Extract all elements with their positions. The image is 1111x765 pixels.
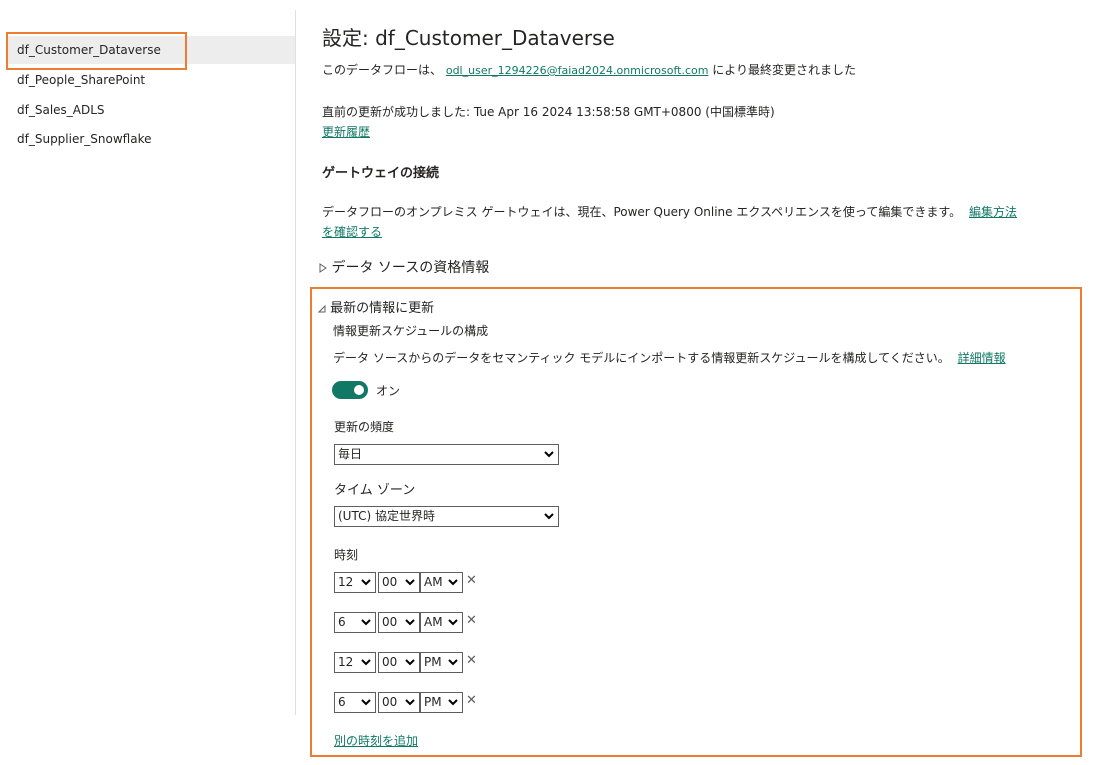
timezone-select[interactable]: (UTC) 協定世界時 — [334, 506, 559, 527]
gateway-description: データフローのオンプレミス ゲートウェイは、現在、Power Query Onl… — [322, 203, 1017, 220]
refresh-history-link[interactable]: 更新履歴 — [322, 123, 370, 140]
learn-more-link[interactable]: 詳細情報 — [958, 351, 1006, 365]
frequency-value: 毎日 — [338, 447, 363, 461]
credentials-label: データ ソースの資格情報 — [331, 260, 490, 276]
ampm-value: AM — [424, 575, 443, 589]
chevron-down-icon — [448, 619, 458, 626]
timezone-value: (UTC) 協定世界時 — [338, 509, 435, 523]
schedule-description: データ ソースからのデータをセマンティック モデルにインポートする情報更新スケジ… — [333, 349, 1006, 366]
ampm-select[interactable]: PM — [420, 692, 463, 713]
hour-value: 12 — [338, 575, 354, 589]
chevron-down-icon — [361, 699, 371, 706]
refresh-expander[interactable]: 最新の情報に更新 — [317, 297, 435, 316]
chevron-down-icon — [448, 699, 458, 706]
hour-select[interactable]: 12 — [334, 652, 376, 673]
last-refresh-status: 直前の更新が成功しました: Tue Apr 16 2024 13:58:58 G… — [322, 105, 775, 119]
modified-user-link[interactable]: odl_user_1294226@faiad2024.onmicrosoft.c… — [446, 64, 709, 77]
chevron-down-icon — [405, 579, 415, 586]
chevron-down-icon — [361, 659, 371, 666]
hour-select[interactable]: 6 — [334, 692, 376, 713]
ampm-value: PM — [424, 655, 442, 669]
minute-value: 00 — [382, 655, 398, 669]
chevron-down-icon — [405, 659, 415, 666]
ampm-select[interactable]: AM — [420, 612, 463, 633]
ampm-value: AM — [424, 615, 443, 629]
gateway-howto-link[interactable]: 編集方法 — [969, 205, 1017, 219]
toggle-label: オン — [376, 384, 401, 398]
triangle-down-icon — [317, 304, 326, 312]
sidebar-item-df-supplier-snowflake[interactable]: df_Supplier_Snowflake — [8, 125, 295, 153]
remove-time-button[interactable]: ✕ — [466, 613, 477, 628]
minute-value: 00 — [382, 575, 398, 589]
chevron-down-icon — [448, 659, 458, 666]
minute-select[interactable]: 00 — [378, 692, 420, 713]
chevron-down-icon — [405, 699, 415, 706]
gateway-text: データフローのオンプレミス ゲートウェイは、現在、Power Query Onl… — [322, 205, 962, 219]
hour-select[interactable]: 6 — [334, 612, 376, 633]
minute-select[interactable]: 00 — [378, 612, 420, 633]
last-modified-suffix: により最終変更されました — [712, 63, 857, 77]
sidebar-item-df-people-sharepoint[interactable]: df_People_SharePoint — [8, 66, 295, 94]
sidebar-divider — [295, 10, 296, 715]
ampm-value: PM — [424, 695, 442, 709]
ampm-select[interactable]: PM — [420, 652, 463, 673]
gateway-howto-link-cont[interactable]: を確認する — [322, 223, 382, 240]
remove-time-button[interactable]: ✕ — [466, 573, 477, 588]
dataflow-sidebar: df_Customer_Dataverse df_People_SharePoi… — [0, 0, 296, 765]
hour-value: 12 — [338, 655, 354, 669]
last-modified-line: このデータフローは、 odl_user_1294226@faiad2024.on… — [322, 61, 856, 78]
ampm-select[interactable]: AM — [420, 572, 463, 593]
toggle-knob — [354, 385, 364, 395]
refresh-label: 最新の情報に更新 — [330, 301, 435, 316]
chevron-down-icon — [361, 579, 371, 586]
minute-value: 00 — [382, 695, 398, 709]
remove-time-button[interactable]: ✕ — [466, 653, 477, 668]
schedule-toggle[interactable] — [332, 381, 368, 399]
hour-value: 6 — [338, 695, 346, 709]
frequency-label: 更新の頻度 — [334, 420, 395, 434]
gateway-heading: ゲートウェイの接続 — [322, 166, 440, 181]
sidebar-item-df-customer-dataverse[interactable]: df_Customer_Dataverse — [8, 36, 295, 64]
chevron-down-icon — [405, 619, 415, 626]
minute-select[interactable]: 00 — [378, 652, 420, 673]
chevron-down-icon — [544, 451, 554, 458]
schedule-desc-text: データ ソースからのデータをセマンティック モデルにインポートする情報更新スケジ… — [333, 351, 950, 365]
triangle-right-icon — [319, 263, 327, 273]
timezone-label: タイム ゾーン — [334, 483, 416, 498]
remove-time-button[interactable]: ✕ — [466, 693, 477, 708]
page-title: 設定: df_Customer_Dataverse — [322, 26, 615, 50]
chevron-down-icon — [361, 619, 371, 626]
chevron-down-icon — [448, 579, 458, 586]
hour-select[interactable]: 12 — [334, 572, 376, 593]
frequency-select[interactable]: 毎日 — [334, 444, 559, 465]
minute-select[interactable]: 00 — [378, 572, 420, 593]
minute-value: 00 — [382, 615, 398, 629]
schedule-heading: 情報更新スケジュールの構成 — [333, 324, 489, 338]
time-label: 時刻 — [334, 548, 359, 562]
last-modified-prefix: このデータフローは、 — [322, 63, 443, 77]
chevron-down-icon — [544, 513, 554, 520]
credentials-expander[interactable]: データ ソースの資格情報 — [319, 257, 489, 277]
hour-value: 6 — [338, 615, 346, 629]
sidebar-item-df-sales-adls[interactable]: df_Sales_ADLS — [8, 96, 295, 124]
add-time-link[interactable]: 別の時刻を追加 — [334, 732, 418, 749]
